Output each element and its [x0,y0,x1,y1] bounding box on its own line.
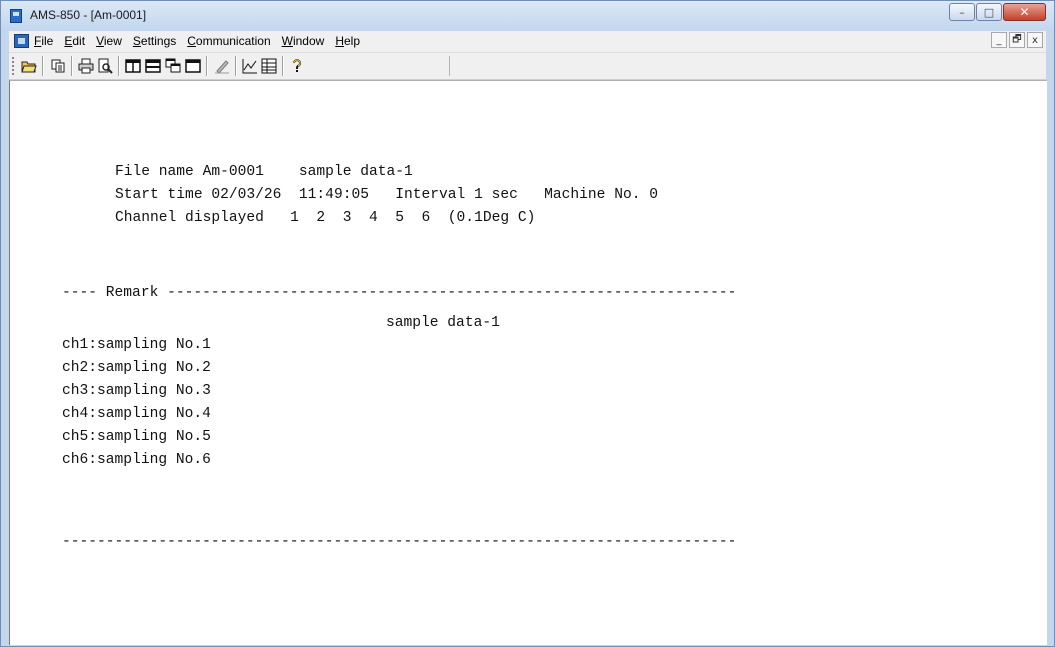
window-title: AMS-850 - [Am-0001] [30,8,147,22]
remark-header-line: ---- Remark ----------------------------… [62,285,737,301]
open-folder-icon[interactable] [21,58,37,74]
toolbar-separator [206,56,208,76]
start-time-line: Start time 02/03/26 11:49:05 Interval 1 … [115,187,658,203]
document-window-icon[interactable] [14,34,29,48]
remark-line-ch3: ch3:sampling No.3 [62,383,211,399]
file-name-line: File name Am-0001 sample data-1 [115,164,413,180]
toolbar-separator [118,56,120,76]
menu: File Edit View Settings Communication Wi… [34,33,371,48]
app-icon[interactable] [10,9,22,23]
toolbar-end-separator [449,56,450,76]
copy-icon[interactable] [50,58,66,74]
toolbar [9,53,1046,80]
minimize-icon: – [959,5,965,19]
menu-settings[interactable]: Settings [133,33,176,48]
menu-view[interactable]: View [96,33,122,48]
maximize-icon: □ [983,5,995,19]
split-vertical-icon[interactable] [125,58,141,74]
mdi-buttons: _ 🗗 x [989,32,1043,48]
graph-icon[interactable] [242,58,258,74]
close-button[interactable]: ✕ [1003,3,1046,21]
toolbar-grip[interactable] [12,57,17,75]
toolbar-separator [42,56,44,76]
channel-displayed-line: Channel displayed 1 2 3 4 5 6 (0.1Deg C) [115,210,536,226]
print-preview-icon[interactable] [97,58,113,74]
remark-title-line: sample data-1 [386,315,500,331]
edit-pen-icon[interactable] [214,58,230,74]
menu-help[interactable]: Help [335,33,360,48]
remark-line-ch2: ch2:sampling No.2 [62,360,211,376]
close-icon: ✕ [1019,5,1030,19]
remark-line-ch1: ch1:sampling No.1 [62,337,211,353]
toolbar-separator [71,56,73,76]
maximize-button[interactable]: □ [976,3,1002,21]
menu-file[interactable]: File [34,33,53,48]
remark-line-ch5: ch5:sampling No.5 [62,429,211,445]
caption-buttons: – □ ✕ [948,3,1046,21]
toolbar-separator [282,56,284,76]
remark-footer-line: ----------------------------------------… [62,534,737,550]
help-icon[interactable] [289,58,305,74]
minimize-button[interactable]: – [949,3,975,21]
mdi-minimize-button[interactable]: _ [991,32,1007,48]
remark-line-ch4: ch4:sampling No.4 [62,406,211,422]
split-horizontal-icon[interactable] [145,58,161,74]
menu-communication[interactable]: Communication [187,33,270,48]
title-bar[interactable]: AMS-850 - [Am-0001] – □ ✕ [1,1,1054,31]
table-icon[interactable] [261,58,277,74]
menu-window[interactable]: Window [282,33,325,48]
mdi-close-button[interactable]: x [1027,32,1043,48]
cascade-windows-icon[interactable] [165,58,181,74]
single-window-icon[interactable] [185,58,201,74]
remark-line-ch6: ch6:sampling No.6 [62,452,211,468]
toolbar-separator [235,56,237,76]
menu-bar: File Edit View Settings Communication Wi… [9,31,1046,53]
menu-edit[interactable]: Edit [64,33,85,48]
mdi-restore-button[interactable]: 🗗 [1009,32,1025,48]
app-window: AMS-850 - [Am-0001] – □ ✕ File Edit View… [0,0,1055,647]
print-icon[interactable] [78,58,94,74]
document-view[interactable]: File name Am-0001 sample data-1 Start ti… [9,80,1047,645]
